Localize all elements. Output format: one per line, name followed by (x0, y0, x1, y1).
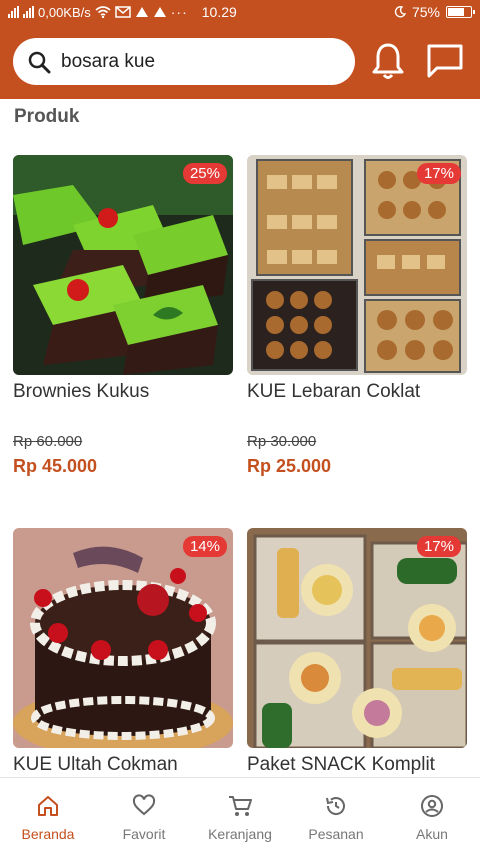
birthday-cake-image (13, 528, 233, 748)
network-speed: 0,00KB/s (38, 4, 91, 20)
signal-icon-2 (23, 6, 34, 18)
heart-icon (132, 794, 156, 816)
status-left: 0,00KB/s ··· 10.29 (8, 4, 237, 20)
product-card[interactable]: 17% KUE Lebaran Coklat Rp 30.000 Rp 25.0… (247, 155, 467, 477)
nav-label: Beranda (21, 826, 75, 842)
home-icon (38, 796, 58, 816)
product-old-price: Rp 30.000 (247, 433, 317, 450)
chat-button[interactable] (425, 40, 465, 82)
notification-icon (135, 7, 148, 17)
nav-label: Pesanan (308, 826, 364, 842)
search-input[interactable]: bosara kue (61, 51, 155, 73)
snack-box-image (247, 528, 467, 748)
nav-label: Akun (416, 826, 448, 842)
product-name[interactable]: Brownies Kukus (13, 381, 233, 403)
product-name[interactable]: KUE Ultah Cokman (13, 754, 233, 776)
mail-icon (115, 6, 131, 18)
product-price: Rp 25.000 (247, 456, 332, 476)
notification-icon-2 (153, 7, 166, 17)
signal-icon (8, 6, 19, 18)
nav-item-beranda[interactable]: Beranda (0, 778, 96, 853)
cookie-boxes-image (247, 155, 467, 375)
battery-icon (446, 6, 475, 18)
product-card[interactable]: 14% KUE Ultah Cokman (13, 528, 233, 776)
product-image[interactable]: 17% (247, 155, 467, 375)
app-header: bosara kue (0, 24, 480, 99)
product-card[interactable]: 17% Paket SNACK Komplit (247, 528, 467, 776)
product-name[interactable]: KUE Lebaran Coklat (247, 381, 467, 403)
bell-button[interactable] (368, 40, 408, 82)
product-price: Rp 45.000 (13, 456, 98, 476)
product-image[interactable]: 14% (13, 528, 233, 748)
discount-badge: 17% (416, 536, 461, 557)
history-icon (326, 797, 345, 815)
more-notifications-icon: ··· (170, 4, 188, 20)
nav-label: Favorit (122, 826, 166, 842)
nav-item-favorit[interactable]: Favorit (96, 778, 192, 853)
moon-icon (394, 6, 406, 18)
status-time: 10.29 (201, 4, 237, 20)
wifi-icon (95, 6, 111, 18)
battery-percent: 75% (411, 4, 440, 20)
nav-item-pesanan[interactable]: Pesanan (288, 778, 384, 853)
brownies-image (13, 155, 233, 375)
product-image[interactable]: 17% (247, 528, 467, 748)
product-card[interactable]: 25% Brownies Kukus Rp 60.000 Rp 45.000 (13, 155, 233, 477)
product-name[interactable]: Paket SNACK Komplit (247, 754, 467, 776)
bottom-navigation: Beranda Favorit Keranjang Pesanan Akun (0, 777, 480, 853)
search-bar[interactable]: bosara kue (13, 38, 355, 85)
chat-icon (427, 44, 463, 78)
battery-fill (448, 8, 464, 16)
product-old-price: Rp 60.000 (13, 433, 83, 450)
nav-item-akun[interactable]: Akun (384, 778, 480, 853)
product-image[interactable]: 25% (13, 155, 233, 375)
discount-badge: 25% (182, 163, 227, 184)
status-right: 75% (394, 4, 475, 20)
bell-icon (372, 43, 404, 79)
nav-label: Keranjang (208, 826, 272, 842)
discount-badge: 14% (182, 536, 227, 557)
nav-item-keranjang[interactable]: Keranjang (192, 778, 288, 853)
search-icon (28, 51, 51, 73)
discount-badge: 17% (416, 163, 461, 184)
cart-icon (229, 796, 252, 816)
status-bar: 0,00KB/s ··· 10.29 75% (0, 0, 480, 24)
section-title: Produk (14, 106, 80, 127)
account-icon (421, 795, 443, 817)
